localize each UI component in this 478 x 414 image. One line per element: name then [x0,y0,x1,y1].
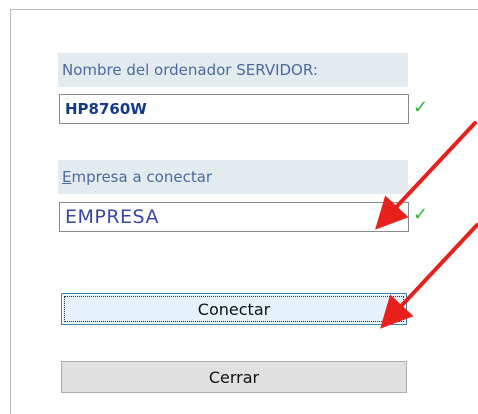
server-name-input[interactable] [59,94,409,124]
company-label-text: mpresa a conectar [71,168,213,186]
company-input[interactable] [59,202,409,232]
close-button[interactable]: Cerrar [61,361,407,393]
server-label-text: Nombre del ordenador SERVIDOR: [62,61,318,79]
connect-button[interactable]: Conectar [61,293,407,325]
dialog-frame-top [10,9,478,10]
company-label: Empresa a conectar [58,160,408,194]
check-icon: ✓ [413,97,429,118]
dialog-frame-left [10,9,11,414]
server-label: Nombre del ordenador SERVIDOR: [58,53,408,87]
check-icon: ✓ [413,204,429,225]
